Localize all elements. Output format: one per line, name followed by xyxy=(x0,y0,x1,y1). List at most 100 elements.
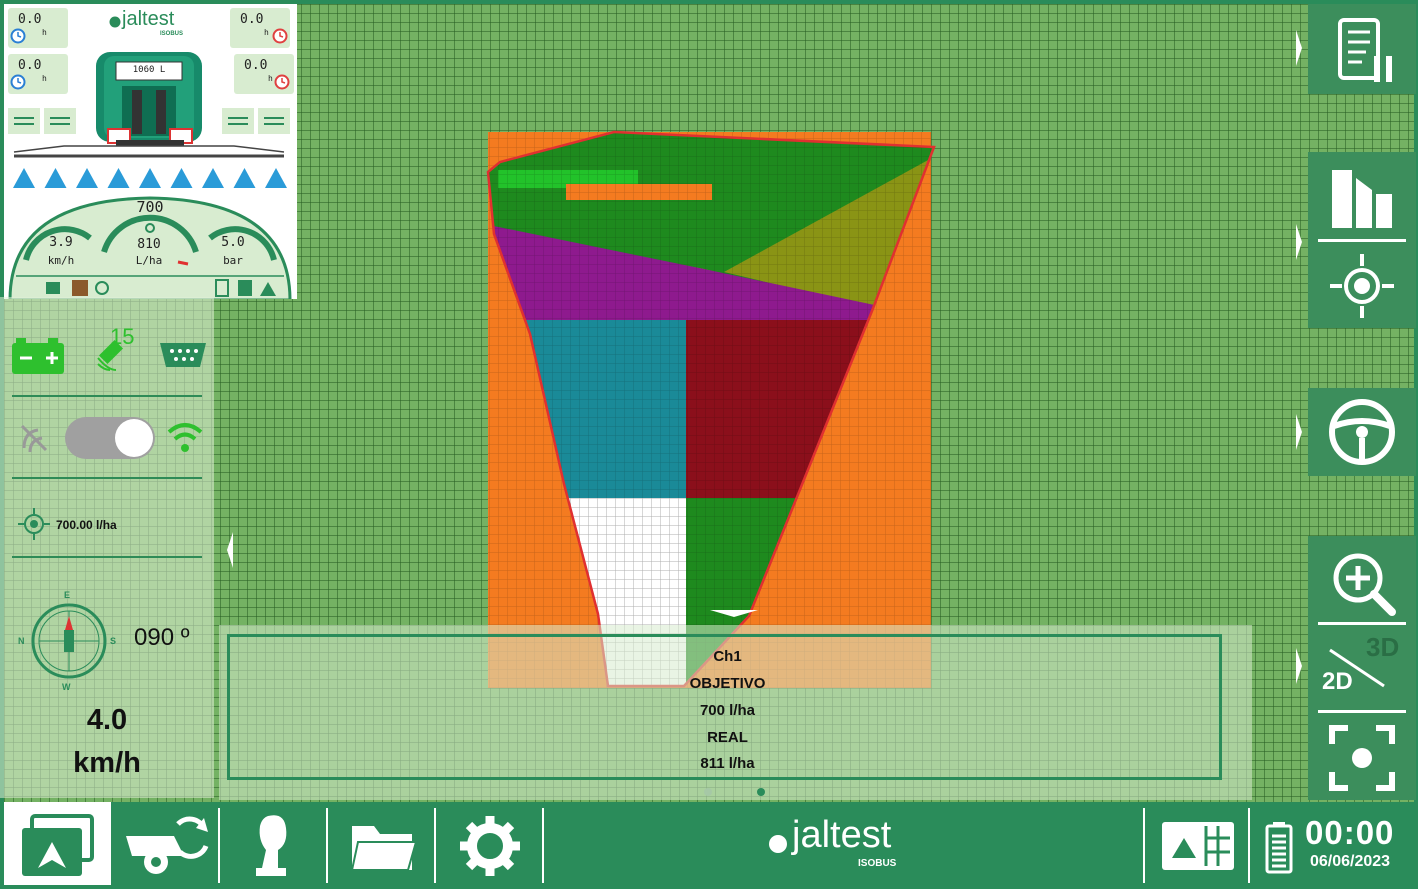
compass-north: N xyxy=(18,636,25,646)
nozzle-icons xyxy=(13,168,287,188)
panel-divider xyxy=(12,477,202,479)
target-rate-text: 700.00 l/ha xyxy=(56,518,117,532)
nozzle-icon[interactable] xyxy=(233,168,256,188)
compass-icon xyxy=(31,603,107,679)
dashboard-logo: jaltest xyxy=(122,8,175,30)
nozzle-icon[interactable] xyxy=(202,168,224,188)
steering-wheel-icon xyxy=(1329,399,1395,465)
compass-east: E xyxy=(64,590,71,600)
bottom-divider xyxy=(1143,808,1145,883)
sections-map-icon[interactable] xyxy=(1326,162,1406,232)
layout-selector-icon[interactable] xyxy=(1160,820,1236,872)
rtk-disconnected-icon xyxy=(20,424,48,453)
center-gps-icon[interactable] xyxy=(1322,250,1402,320)
collapse-left-panel-icon[interactable] xyxy=(225,530,235,570)
target-value: 700 l/ha xyxy=(699,702,756,719)
nozzle-icon[interactable] xyxy=(44,168,67,188)
timer-1-unit: h xyxy=(42,28,47,37)
page-dot-2[interactable] xyxy=(757,788,765,796)
bottom-logo: jaltest xyxy=(792,814,892,856)
target-label: OBJETIVO xyxy=(689,675,766,692)
wifi-icon xyxy=(167,423,203,452)
toggle-knob xyxy=(115,419,153,457)
timer-1-value: 0.0 xyxy=(18,12,42,27)
view-controls-group: 3D 2D xyxy=(1308,536,1416,800)
expand-arrow-icon[interactable] xyxy=(1294,646,1304,686)
fit-view-icon[interactable] xyxy=(1322,718,1402,798)
jaltest-logo-icon xyxy=(769,835,787,853)
rate-gauge-value: 810 xyxy=(137,237,161,252)
joystick-icon[interactable] xyxy=(244,810,304,880)
tank-volume: 1060 L xyxy=(132,65,166,75)
pressure-gauge-value: 5.0 xyxy=(221,235,245,250)
compass-south: S xyxy=(110,636,117,646)
pressure-gauge-unit: bar xyxy=(223,254,243,267)
timer-3: 0.0 h xyxy=(230,8,290,48)
sections-and-target-group xyxy=(1308,152,1416,328)
speed-unit: km/h xyxy=(73,747,141,779)
nozzle-icon[interactable] xyxy=(265,168,287,188)
compass-west: W xyxy=(62,682,71,692)
view-2d-3d-toggle[interactable]: 3D 2D xyxy=(1308,628,1416,708)
bottom-divider xyxy=(434,808,436,883)
connection-toggle[interactable] xyxy=(65,417,155,459)
clock-icon xyxy=(10,28,26,44)
expand-arrow-icon[interactable] xyxy=(1294,412,1304,452)
toolbar-divider xyxy=(1318,239,1406,242)
target-rate-gauge: 700 xyxy=(136,198,164,216)
zoom-in-icon[interactable] xyxy=(1322,542,1402,622)
clock-date: 06/06/2023 xyxy=(1310,853,1391,870)
expand-arrow-icon[interactable] xyxy=(1294,222,1304,262)
channel-label: Ch1 xyxy=(713,648,742,665)
battery-level-icon xyxy=(1265,822,1293,874)
panel-divider xyxy=(12,395,202,397)
page-dot-1[interactable] xyxy=(704,788,712,796)
jaltest-logo-icon xyxy=(109,16,121,28)
bottom-divider xyxy=(326,808,328,883)
speed-gauge-value: 3.9 xyxy=(49,235,73,250)
report-button[interactable] xyxy=(1308,4,1416,94)
sprayer-dashboard[interactable]: 0.0 h 0.0 h 0.0 h 0.0 h jaltest ISOBUS 1… xyxy=(4,4,297,299)
real-label: REAL xyxy=(707,729,748,746)
autosteer-button[interactable] xyxy=(1308,388,1416,476)
rate-gauge-unit: L/ha xyxy=(135,254,163,267)
speed-gauge-unit: km/h xyxy=(47,254,75,267)
toolbar-divider xyxy=(1318,622,1406,625)
satellite-count: 15 xyxy=(110,324,135,349)
timer-1: 0.0 h xyxy=(8,8,68,48)
nozzle-icon[interactable] xyxy=(13,168,35,188)
clock-time: 00:00 xyxy=(1305,814,1395,851)
bottom-divider xyxy=(542,808,544,883)
map-view-tab[interactable] xyxy=(4,802,111,885)
nozzle-icon[interactable] xyxy=(76,168,98,188)
timer-3-value: 0.0 xyxy=(240,12,264,27)
nozzle-icon[interactable] xyxy=(107,168,130,188)
serial-port-icon xyxy=(160,343,206,367)
application-info-box[interactable]: Ch1 OBJETIVO 700 l/ha REAL 811 l/ha xyxy=(227,634,1222,780)
dashboard-logo-sub: ISOBUS xyxy=(160,31,184,37)
heading-value: 090 º xyxy=(134,624,190,651)
folder-icon[interactable] xyxy=(348,816,418,876)
screen: 0.0 h 0.0 h 0.0 h 0.0 h jaltest ISOBUS 1… xyxy=(0,0,1418,889)
implement-sync-icon[interactable] xyxy=(118,806,218,886)
bottom-divider xyxy=(1248,808,1250,883)
target-rate-icon xyxy=(18,508,50,540)
report-icon xyxy=(1338,18,1392,82)
real-value: 811 l/ha xyxy=(700,755,755,772)
map-view-icon xyxy=(22,814,94,876)
battery-icon xyxy=(12,338,64,374)
speed-value: 4.0 xyxy=(86,704,128,736)
clock-icon xyxy=(272,28,288,44)
timer-3-unit: h xyxy=(264,28,269,37)
diagonal-divider-icon xyxy=(1329,648,1385,688)
bottom-divider xyxy=(218,808,220,883)
dashboard-status-icons xyxy=(46,279,276,297)
expand-arrow-icon[interactable] xyxy=(1294,28,1304,68)
nozzle-icon[interactable] xyxy=(139,168,161,188)
panel-divider xyxy=(12,556,202,558)
toolbar-divider xyxy=(1318,710,1406,713)
bottom-logo-sub: ISOBUS xyxy=(858,858,897,869)
nozzle-icon[interactable] xyxy=(170,168,193,188)
nozzle-row xyxy=(4,164,297,192)
settings-gear-icon[interactable] xyxy=(458,814,522,878)
